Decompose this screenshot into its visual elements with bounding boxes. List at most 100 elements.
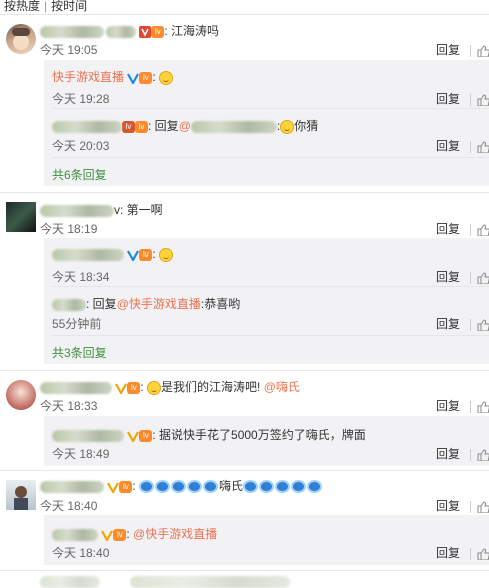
blurred-mention[interactable]	[190, 120, 277, 133]
comment-text: 嗨氏	[219, 479, 244, 493]
reply-actions: 回复	[436, 315, 489, 332]
reply-button[interactable]: 回复	[436, 544, 460, 561]
reply-button[interactable]: 回复	[436, 137, 460, 154]
comment-actions: 回复	[436, 397, 489, 414]
thumbs-up-icon[interactable]	[477, 45, 489, 58]
sort-by-time[interactable]: 按时间	[51, 0, 87, 14]
action-divider	[470, 44, 471, 57]
reply-box: lv: 据说快手花了5000万签约了嗨氏，牌面 今天 18:49 回复	[44, 416, 489, 466]
reply-text: 据说快手花了5000万签约了嗨氏，牌面	[159, 428, 366, 442]
reply-line: lv:	[52, 247, 174, 263]
reply-line: lv: 据说快手花了5000万签约了嗨氏，牌面	[52, 426, 366, 444]
verified-blue-icon	[127, 72, 140, 86]
wave-emoji-icon	[259, 480, 275, 494]
action-divider	[470, 448, 471, 461]
thumbs-up-icon[interactable]	[477, 501, 489, 514]
reply-button[interactable]: 回复	[436, 445, 460, 462]
level-badge-icon: lv	[139, 71, 153, 84]
sort-bar: 按热度 | 按时间	[4, 0, 91, 13]
comment-actions: 回复	[436, 220, 489, 237]
tongue-emoji-icon	[147, 380, 162, 395]
reply-actions: 回复	[436, 137, 489, 154]
verified-gold-icon	[101, 529, 114, 543]
comment-time: 今天 19:05	[40, 43, 98, 57]
next-comment-peek	[40, 574, 290, 588]
reply-line: lv lv: 回复@: 你猜	[52, 117, 318, 134]
comment-line: lv: 江海涛吗	[40, 22, 219, 39]
blurred-username[interactable]	[40, 381, 112, 394]
comment-text: 是我们的江海涛吧!	[161, 380, 261, 394]
avatar[interactable]	[6, 380, 36, 410]
blurred-username-part	[106, 25, 136, 38]
reply-button[interactable]: 回复	[436, 268, 460, 285]
thumbs-up-icon[interactable]	[477, 548, 489, 561]
thumbs-up-icon[interactable]	[477, 272, 489, 285]
comment-time: 今天 18:19	[40, 222, 98, 236]
reply-actions: 回复	[436, 445, 489, 462]
blurred-username[interactable]	[52, 298, 86, 311]
comment-time: 今天 18:33	[40, 399, 98, 413]
comment-time: 今天 18:40	[40, 499, 98, 513]
reply-button[interactable]: 回复	[436, 315, 460, 332]
blurred-username[interactable]	[52, 429, 124, 442]
blurred-username[interactable]	[52, 120, 122, 133]
wave-emoji-icon	[155, 480, 171, 494]
level-badge-icon: lv	[127, 381, 141, 394]
thumbs-up-icon[interactable]	[477, 401, 489, 414]
reply-time: 今天 20:03	[52, 139, 110, 153]
action-divider	[470, 140, 471, 153]
action-divider	[470, 223, 471, 236]
mention-link[interactable]: @快手游戏直播	[117, 297, 201, 311]
blurred-username[interactable]	[52, 528, 98, 541]
wave-emoji-icon	[203, 480, 219, 494]
blurred-username	[40, 575, 100, 588]
wave-emoji-icon	[291, 480, 307, 494]
reply-button[interactable]: 回复	[436, 41, 460, 58]
comment-text: 江海涛吗	[171, 24, 220, 38]
action-divider	[470, 318, 471, 331]
blurred-username[interactable]	[52, 248, 124, 261]
reply-time: 今天 18:34	[52, 270, 110, 284]
avatar[interactable]	[6, 480, 36, 510]
mention-link[interactable]: @嗨氏	[264, 380, 300, 394]
comment-actions: 回复	[436, 41, 489, 58]
thumbs-up-icon[interactable]	[477, 319, 489, 332]
more-replies-link[interactable]: 共6条回复	[52, 166, 107, 183]
divider	[0, 570, 489, 571]
thumbs-up-icon[interactable]	[477, 449, 489, 462]
wave-emoji-icon	[307, 480, 323, 494]
verified-gold-icon	[127, 430, 140, 444]
action-divider	[470, 500, 471, 513]
sort-by-hot[interactable]: 按热度	[4, 0, 40, 14]
reply-button[interactable]: 回复	[436, 220, 460, 237]
reply-box: 快手游戏直播 lv: 今天 19:28 回复 lv lv: 回复@: 你猜 今天 2…	[44, 60, 489, 186]
avatar[interactable]	[6, 24, 36, 54]
thumbs-up-icon[interactable]	[477, 94, 489, 107]
blurred-username[interactable]	[40, 204, 114, 217]
thumbs-up-icon[interactable]	[477, 224, 489, 237]
reply-button[interactable]: 回复	[436, 90, 460, 107]
mention-link[interactable]: @快手游戏直播	[133, 527, 217, 541]
reply-prefix: 回复	[154, 119, 179, 133]
reply-button[interactable]: 回复	[436, 497, 460, 514]
verified-red-icon	[139, 25, 152, 38]
avatar-image	[14, 486, 28, 510]
level-badge-icon: lv	[139, 248, 153, 261]
verified-blue-icon	[127, 249, 140, 263]
blurred-username[interactable]	[40, 25, 104, 38]
more-replies-link[interactable]: 共3条回复	[52, 344, 107, 361]
wave-emoji-icon	[139, 480, 155, 494]
level-badge-icon: lv	[113, 528, 127, 541]
comment-line: v: 第一啊	[40, 201, 163, 218]
thumbs-up-icon[interactable]	[477, 141, 489, 154]
verified-gold-icon	[107, 481, 120, 495]
avatar[interactable]	[6, 202, 36, 232]
divider	[0, 370, 489, 371]
sort-separator: |	[44, 0, 48, 13]
level-badge-icon: lv	[122, 120, 135, 133]
reply-button[interactable]: 回复	[436, 397, 460, 414]
blurred-username[interactable]	[40, 480, 104, 493]
action-divider	[470, 400, 471, 413]
reply-username[interactable]: 快手游戏直播	[52, 70, 124, 84]
reply-divider	[52, 335, 489, 336]
